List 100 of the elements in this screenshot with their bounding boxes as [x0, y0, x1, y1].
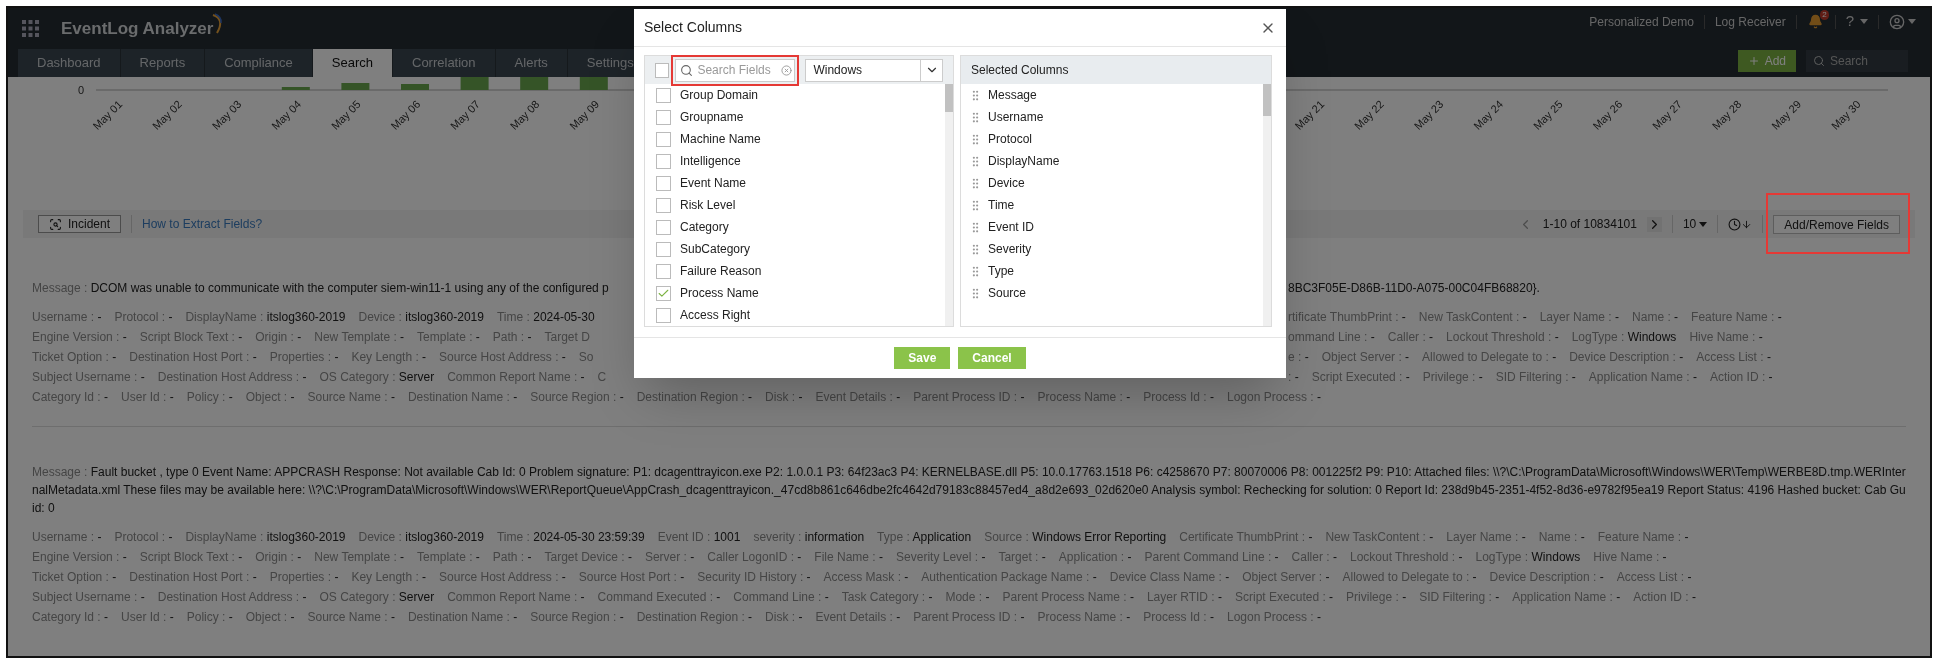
checkbox[interactable]	[656, 285, 671, 301]
field-entry: Lockout Threshold : -	[1446, 329, 1559, 346]
dialog-title: Select Columns	[644, 18, 743, 37]
field-entry: Properties : -	[269, 569, 339, 586]
column-option[interactable]: Process Name	[645, 282, 945, 304]
page-size-dropdown[interactable]: 10	[1682, 215, 1708, 233]
field-entry: User Id : -	[121, 609, 174, 626]
field-entry: Severity Level : -	[896, 549, 986, 566]
field-entry: Origin : -	[255, 549, 302, 566]
selected-column[interactable]: Username	[961, 106, 1263, 128]
selected-column[interactable]: Type	[961, 260, 1263, 282]
selected-column[interactable]: Message	[961, 84, 1263, 106]
notification-badge: 2	[1820, 9, 1829, 20]
next-page-icon[interactable]	[1646, 216, 1662, 232]
field-entry: Object : -	[245, 609, 295, 626]
checkbox[interactable]	[656, 153, 671, 169]
message-text: Message : Fault bucket , type 0 Event Name: APPCRASH Response: Not available Cab Id: 0 Problem signature: P1: dcagenttrayicon.exe P2: 1.0.0.1 P3: 64f23ac3 P4: KERNELBASE.dll P5: 10.0.17763.1518 P6: c4258670 P7: 80070006 P8: 001225f2 P9: P10: Attached files: \\?\C:\ProgramData\Microsoft\Windows\WER\Temp\WERBE8D.tmp.WERInternalMetadata.xml These files may be available here: \\?\C:\ProgramData\Microsoft\Windows\WER\ReportQueue\AppCrash_dcagenttrayicon._47cd8b861c646dbe2fc4642d79183c88457ed4_a8d2e693_02d620e0 Analysis symbol: Rechecking for solution: 0 Report Id: 238d9b45-2351-4f52-8d36-e9782f95ea19 Report Status: 4196 Hashed bucket: Cab Guid: 0	[32, 464, 1906, 517]
field-entry: Action ID : -	[1709, 369, 1773, 386]
caret-icon	[1860, 19, 1868, 24]
field-entry: New TaskContent : -	[1418, 309, 1527, 326]
field-entry: Command Line : -	[733, 589, 829, 606]
selected-column[interactable]: Time	[961, 194, 1263, 216]
source-dropdown[interactable]: Windows	[805, 58, 943, 82]
column-option[interactable]: Event Name	[645, 172, 945, 194]
field-entry: Protocol : -	[114, 309, 173, 326]
checkbox[interactable]	[656, 109, 671, 125]
field-entry: Access List : -	[1616, 569, 1692, 586]
field-entry: User Id : -	[121, 389, 174, 406]
nav-tab[interactable]: Search	[312, 49, 393, 77]
field-entry: Mode : -	[945, 589, 990, 606]
selected-column[interactable]: DisplayName	[961, 150, 1263, 172]
field-entry: ommand Line : -	[1288, 329, 1375, 346]
selected-column[interactable]: Event ID	[961, 216, 1263, 238]
user-avatar-icon[interactable]	[1889, 13, 1905, 30]
field-entry: Action ID : -	[1633, 589, 1696, 606]
checkbox[interactable]	[656, 131, 671, 147]
select-all-checkbox[interactable]	[655, 62, 670, 78]
column-option[interactable]: Intelligence	[645, 150, 945, 172]
field-entry: Type : Application	[877, 529, 972, 546]
field-entry: severity : information	[753, 529, 865, 546]
field-entry: Application : -	[1058, 549, 1132, 566]
column-option[interactable]: Risk Level	[645, 194, 945, 216]
field-entry: Key Length : -	[351, 569, 427, 586]
axis-label: May 06	[388, 97, 423, 132]
checkbox[interactable]	[656, 219, 671, 235]
search-field[interactable]: Search	[1806, 50, 1908, 72]
checkbox[interactable]	[656, 241, 671, 257]
scrollbar[interactable]	[1263, 84, 1271, 326]
selected-column[interactable]: Protocol	[961, 128, 1263, 150]
selected-column[interactable]: Device	[961, 172, 1263, 194]
field-entry: Device : itslog360-2019	[358, 309, 484, 326]
checkbox[interactable]	[656, 87, 671, 103]
search-input[interactable]: Search	[1830, 52, 1900, 70]
field-entry: Destination Host Port : -	[129, 349, 257, 366]
field-entry: Properties : -	[269, 349, 339, 366]
field-entry: OS Category : Server	[319, 369, 435, 386]
app-grid-icon[interactable]	[22, 20, 39, 37]
column-option[interactable]: Access Right	[645, 304, 945, 326]
column-option[interactable]: Groupname	[645, 106, 945, 128]
field-entry: Source Name : -	[307, 389, 395, 406]
axis-label: May 23	[1411, 97, 1446, 132]
field-entry: Target : -	[998, 549, 1046, 566]
incident-button[interactable]: Incident	[38, 215, 122, 233]
field-entry: New Template : -	[314, 329, 405, 346]
sort-by-time-icon[interactable]	[1728, 217, 1753, 231]
axis-label: May 01	[90, 97, 125, 132]
field-entry: Template : -	[417, 329, 480, 346]
checkbox[interactable]	[656, 197, 671, 213]
field-entry: Security ID History : -	[697, 569, 811, 586]
field-entry: Destination Name : -	[407, 389, 518, 406]
field-entry: Destination Name : -	[407, 609, 518, 626]
field-entry: Source Region : -	[530, 389, 624, 406]
checkbox[interactable]	[656, 307, 671, 323]
field-entry: Common Report Name : -	[447, 369, 585, 386]
search-icon	[1813, 55, 1825, 67]
column-option[interactable]: Failure Reason	[645, 260, 945, 282]
caret-icon	[1699, 221, 1708, 227]
field-entry: Allowed to Delegate to : -	[1422, 349, 1557, 366]
field-entry: Username : -	[32, 529, 102, 546]
clear-icon[interactable]	[781, 64, 793, 76]
selected-column[interactable]: Source	[961, 282, 1263, 304]
field-entry: Engine Version : -	[32, 549, 127, 566]
notification-button[interactable]: 2	[1806, 12, 1825, 31]
column-option[interactable]: Machine Name	[645, 128, 945, 150]
column-option[interactable]: Category	[645, 216, 945, 238]
field-entry: SID Filtering : -	[1419, 589, 1500, 606]
field-entry: Time : 2024-05-30 23:59:39	[496, 529, 645, 546]
column-option[interactable]: Group Domain	[645, 84, 945, 106]
add-remove-fields-button[interactable]: Add/Remove Fields	[1773, 214, 1900, 234]
scrollbar[interactable]	[945, 84, 953, 326]
checkbox[interactable]	[656, 263, 671, 279]
field-entry: Policy : -	[186, 389, 233, 406]
field-entry: OS Category : Server	[319, 589, 435, 606]
selected-column[interactable]: Severity	[961, 238, 1263, 260]
checkbox[interactable]	[656, 175, 671, 191]
field-entry: Access Mask : -	[823, 569, 909, 586]
field-entry: Path : -	[492, 329, 532, 346]
column-option[interactable]: SubCategory	[645, 238, 945, 260]
search-input[interactable]: Search Fields	[697, 61, 778, 79]
search-field[interactable]: Search Fields	[675, 58, 796, 82]
